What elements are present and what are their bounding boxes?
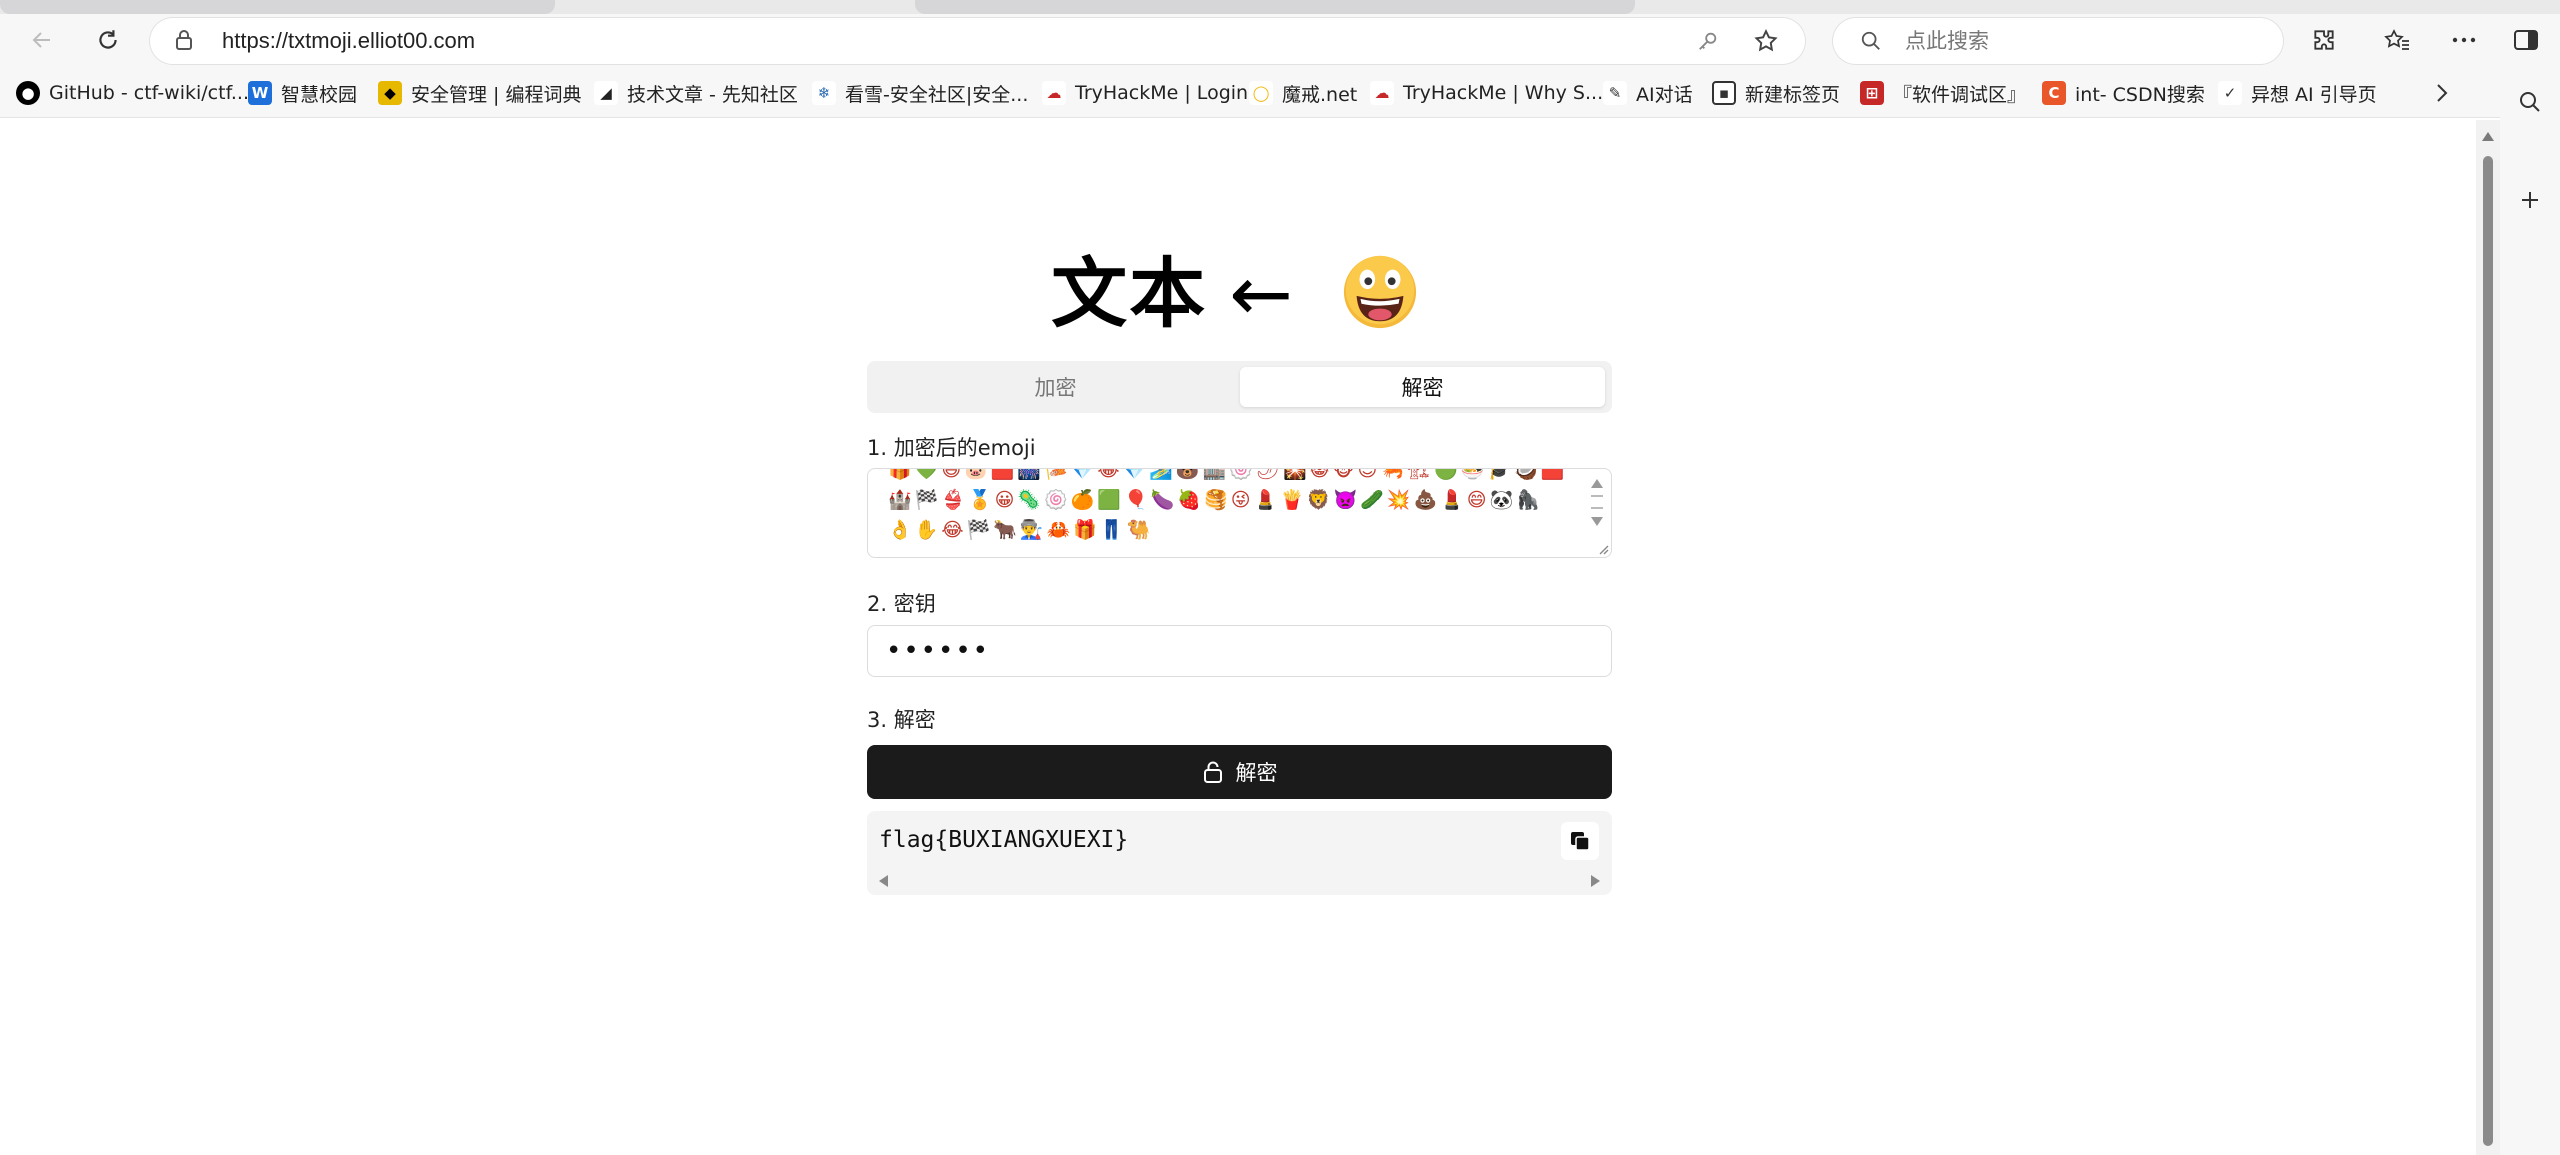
bookmark-label: 智慧校园: [281, 83, 358, 106]
tab-decrypt[interactable]: 解密: [1240, 367, 1605, 407]
bookmark-item[interactable]: C int- CSDN搜索: [2042, 79, 2205, 107]
campus-icon: W: [248, 81, 272, 105]
result-scrollbar[interactable]: [867, 871, 1612, 891]
newtab-icon: ▪: [1712, 81, 1736, 105]
bookmark-label: 异想 AI 引导页: [2251, 83, 2377, 106]
key-icon[interactable]: [1690, 23, 1726, 59]
bookmark-label: 『软件调试区』: [1893, 83, 2027, 106]
github-icon: ●: [16, 81, 40, 105]
unlock-icon: [1203, 761, 1222, 783]
bookmark-item[interactable]: ☁ TryHackMe | Login: [1042, 79, 1248, 107]
scroll-up-arrow[interactable]: [2482, 132, 2494, 141]
scroll-up-arrow[interactable]: [1591, 479, 1603, 488]
emoji-textarea[interactable]: 🎁💚😄🐷🟥🎆🎏💎😂💎🏄🐻🏬🍥🌶🎇😸🐵😊🦐🏗🟢🍜🎓🥥🟥🏰🏁👙🏅😀🦠🍥🍊🟩🎈🍆🍓🥞😜…: [867, 468, 1612, 558]
edge-sidebar: [2500, 68, 2560, 1155]
tab-encrypt[interactable]: 加密: [873, 367, 1238, 407]
copy-button[interactable]: [1561, 822, 1599, 860]
bookmark-item[interactable]: ✎ AI对话: [1603, 79, 1693, 107]
scrollbar-thumb[interactable]: [1591, 495, 1603, 509]
step1-label: 1. 加密后的emoji: [867, 436, 1036, 460]
title-arrow: ←: [1229, 249, 1295, 338]
resize-grip-icon[interactable]: [1595, 541, 1609, 555]
bookmark-item[interactable]: ▪ 新建标签页: [1712, 79, 1840, 107]
bookmark-item[interactable]: ☁ TryHackMe | Why S...: [1370, 79, 1603, 107]
snowflake-icon: ❄: [812, 81, 836, 105]
search-input[interactable]: [1905, 26, 2265, 56]
lock-icon[interactable]: [172, 27, 200, 55]
bookmark-item[interactable]: ● GitHub - ctf-wiki/ctf...: [16, 79, 249, 107]
extensions-icon[interactable]: [2306, 22, 2342, 58]
search-box[interactable]: [1833, 18, 2283, 64]
scrollbar-thumb[interactable]: [2483, 156, 2493, 1146]
back-icon[interactable]: [24, 22, 60, 58]
bookmark-label: 安全管理 | 编程词典: [411, 83, 582, 106]
browser-tab[interactable]: [915, 0, 1635, 14]
bookmark-label: GitHub - ctf-wiki/ctf...: [49, 82, 250, 104]
search-icon[interactable]: [2512, 84, 2548, 120]
star-icon[interactable]: [1748, 23, 1784, 59]
result-text[interactable]: flag{BUXIANGXUEXI}: [879, 827, 1128, 853]
scroll-down-arrow[interactable]: [1591, 517, 1603, 526]
mode-tabs: 加密 解密: [867, 361, 1612, 413]
bookmark-item[interactable]: ◯ 魔戒.net: [1249, 79, 1357, 107]
bookmark-label: int- CSDN搜索: [2075, 83, 2205, 106]
favorites-icon[interactable]: [2379, 22, 2415, 58]
url-text[interactable]: https://txtmoji.elliot00.com: [222, 28, 475, 54]
tryhackme-icon: ☁: [1370, 81, 1394, 105]
bookmark-item[interactable]: ❄ 看雪-安全社区|安全...: [812, 79, 1028, 107]
textarea-scrollbar[interactable]: [1589, 477, 1605, 535]
bookmark-label: AI对话: [1636, 83, 1693, 106]
copy-icon: [1571, 832, 1590, 851]
result-box: flag{BUXIANGXUEXI}: [867, 811, 1612, 895]
bookmark-label: 魔戒.net: [1282, 83, 1358, 106]
plus-icon[interactable]: [2512, 182, 2548, 218]
more-icon[interactable]: [2446, 22, 2482, 58]
bookmark-item[interactable]: W 智慧校园: [248, 79, 357, 107]
address-bar[interactable]: https://txtmoji.elliot00.com: [150, 18, 1805, 64]
scroll-right-arrow[interactable]: [1591, 875, 1600, 887]
decrypt-button-label: 解密: [1235, 761, 1278, 785]
step2-label: 2. 密钥: [867, 592, 936, 616]
bookmark-label: 技术文章 - 先知社区: [627, 83, 798, 106]
browser-toolbar: https://txtmoji.elliot00.com: [0, 14, 2560, 68]
key-input[interactable]: [867, 625, 1612, 677]
yixiang-icon: ✓: [2218, 81, 2242, 105]
tab-strip: [0, 0, 2560, 14]
bookmark-label: 看雪-安全社区|安全...: [845, 83, 1029, 106]
bookmark-item[interactable]: ⊞ 『软件调试区』: [1860, 79, 2026, 107]
browser-tab[interactable]: [0, 0, 555, 14]
tryhackme-icon: ☁: [1042, 81, 1066, 105]
bookmark-label: TryHackMe | Login: [1075, 82, 1249, 104]
bookmarks-bar: ● GitHub - ctf-wiki/ctf... W 智慧校园 ◆ 安全管理…: [0, 68, 2560, 118]
xianzhi-icon: ◢: [594, 81, 618, 105]
bookmark-label: TryHackMe | Why S...: [1403, 82, 1604, 104]
csdn-icon: C: [2042, 81, 2066, 105]
scroll-left-arrow[interactable]: [879, 875, 888, 887]
bookmark-item[interactable]: ◢ 技术文章 - 先知社区: [594, 79, 798, 107]
title-text: 文本: [1051, 249, 1208, 338]
step3-label: 3. 解密: [867, 708, 936, 732]
ring-icon: ◯: [1249, 81, 1273, 105]
sidebar-icon[interactable]: [2508, 22, 2544, 58]
bookmark-item[interactable]: ✓ 异想 AI 引导页: [2218, 79, 2377, 107]
emoji-content[interactable]: 🎁💚😄🐷🟥🎆🎏💎😂💎🏄🐻🏬🍥🌶🎇😸🐵😊🦐🏗🟢🍜🎓🥥🟥🏰🏁👙🏅😀🦠🍥🍊🟩🎈🍆🍓🥞😜…: [888, 469, 1568, 545]
page-title: 文本 ←: [0, 232, 2470, 342]
ai-icon: ✎: [1603, 81, 1627, 105]
search-icon: [1853, 23, 1889, 59]
bookmark-item[interactable]: ◆ 安全管理 | 编程词典: [378, 79, 581, 107]
grinning-face-icon: [1343, 255, 1416, 329]
debug-icon: ⊞: [1860, 81, 1884, 105]
bookmark-label: 新建标签页: [1745, 83, 1841, 106]
page-scrollbar[interactable]: [2476, 120, 2500, 1155]
dictionary-icon: ◆: [378, 81, 402, 105]
reload-icon[interactable]: [90, 22, 126, 58]
decrypt-button[interactable]: 解密: [867, 745, 1612, 799]
chevron-right-icon[interactable]: [2424, 75, 2460, 111]
